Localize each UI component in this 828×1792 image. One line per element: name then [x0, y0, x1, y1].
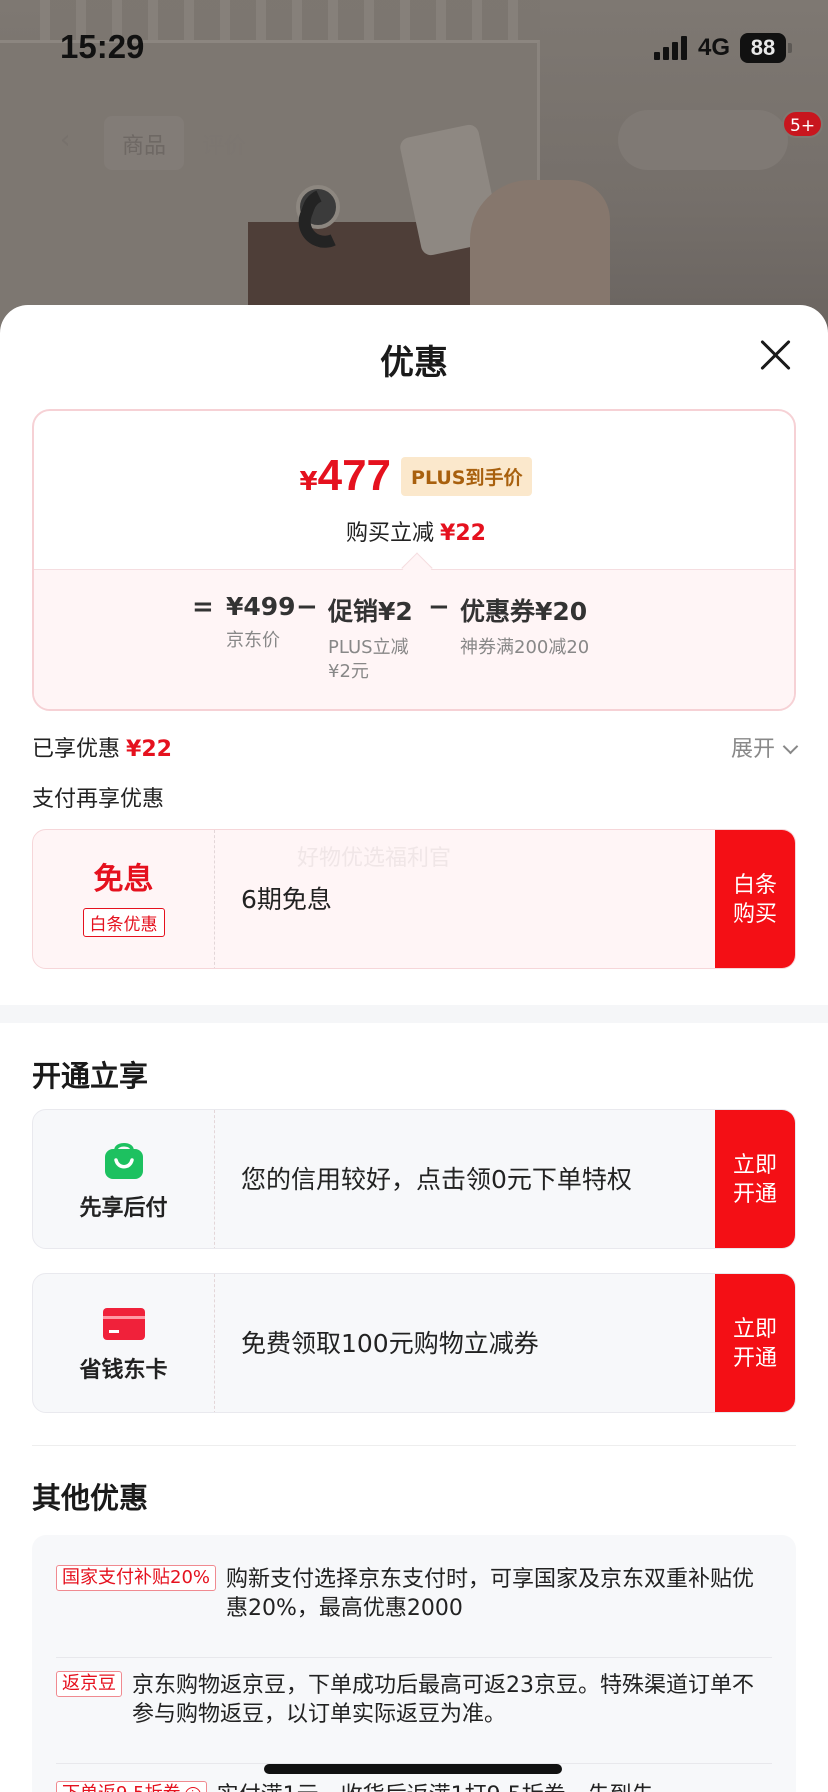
offer-item-subsidy[interactable]: 国家支付补贴20% 购新支付选择京东支付时，可享国家及京东双重补贴优惠20%，最…	[56, 1565, 772, 1623]
chevron-down-icon	[782, 738, 799, 755]
saving-card-open-button[interactable]: 立即 开通	[715, 1274, 795, 1412]
price-summary-card: ¥ 477 PLUS到手价 购买立减 ¥22 = ¥499 京东价 − 促销¥2…	[32, 409, 796, 711]
status-bar: 15:29 4G 88	[0, 0, 828, 100]
open-enjoy-title: 开通立享	[32, 1059, 149, 1093]
enjoyed-discount-row: 已享优惠 ¥22 展开	[32, 731, 799, 771]
pay-later-left: 先享后付	[33, 1110, 215, 1248]
offer-text: 实付满1元，收货后返满1打9.5折券，先到先	[217, 1781, 654, 1792]
offer-text: 购新支付选择京东支付时，可享国家及京东双重补贴优惠20%，最高优惠2000	[226, 1567, 755, 1621]
currency-symbol: ¥	[299, 467, 318, 497]
expand-button[interactable]: 展开	[731, 731, 799, 763]
interest-free-title: 免息	[93, 862, 154, 897]
baitiao-tag: 白条优惠	[82, 908, 165, 937]
purchase-reduction: 购买立减 ¥22	[34, 515, 794, 547]
back-icon[interactable]: ‹	[60, 125, 88, 155]
final-price: 477	[317, 451, 392, 500]
pay-later-card[interactable]: 先享后付 您的信用较好，点击领0元下单特权 立即 开通	[32, 1109, 796, 1249]
offer-item-coupon-return[interactable]: 下单返9.5折券i 实付满1元，收货后返满1打9.5折券，先到先	[56, 1781, 772, 1792]
formula-promo: 促销¥2 PLUS立减¥2元	[328, 597, 413, 682]
price-breakdown: = ¥499 京东价 − 促销¥2 PLUS立减¥2元 − 优惠券¥20 神券满…	[34, 569, 794, 709]
formula-coupon: 优惠券¥20 神券满200减20	[460, 597, 590, 658]
interest-free-card[interactable]: 免息 白条优惠 好物优选福利官 6期免息 白条 购买	[32, 829, 796, 969]
close-icon[interactable]	[758, 337, 794, 373]
shopping-bag-icon	[104, 1143, 143, 1179]
offer-divider	[56, 1657, 772, 1658]
tab-product[interactable]: 商品	[104, 116, 185, 170]
section-divider	[0, 1005, 828, 1023]
other-offers-title: 其他优惠	[32, 1481, 149, 1515]
pay-later-open-button[interactable]: 立即 开通	[715, 1110, 795, 1248]
offer-item-jingdou[interactable]: 返京豆 京东购物返京豆，下单成功后最高可返23京豆。特殊渠道订单不参与购物返豆，…	[56, 1671, 772, 1729]
enjoyed-label: 已享优惠 ¥22	[32, 737, 172, 762]
pay-again-title: 支付再享优惠	[32, 787, 165, 812]
reduction-value: ¥22	[440, 521, 486, 546]
plus-price-tag: PLUS到手价	[401, 456, 533, 496]
home-indicator[interactable]	[264, 1764, 562, 1774]
discount-sheet: 优惠 ¥ 477 PLUS到手价 购买立减 ¥22 = ¥499 京东价 − 促…	[0, 305, 828, 1792]
signal-icon	[654, 36, 688, 60]
offer-text: 京东购物返京豆，下单成功后最高可返23京豆。特殊渠道订单不参与购物返豆，以订单实…	[132, 1673, 754, 1727]
formula-equals: =	[192, 592, 214, 622]
status-time: 15:29	[60, 28, 145, 65]
pay-later-label: 先享后付	[79, 1196, 168, 1221]
saving-card-left: 省钱东卡	[33, 1274, 215, 1412]
offer-tag: 下单返9.5折券i	[56, 1781, 207, 1792]
formula-base-price: ¥499 京东价	[226, 592, 296, 651]
sheet-title: 优惠	[380, 343, 448, 383]
reduction-label: 购买立减	[346, 521, 435, 546]
pay-later-desc: 您的信用较好，点击领0元下单特权	[241, 1165, 632, 1194]
battery-level: 88	[750, 35, 776, 60]
saving-card-card[interactable]: 省钱东卡 免费领取100元购物立减券 立即 开通	[32, 1273, 796, 1413]
formula-minus-1: −	[296, 592, 318, 622]
cart-count-badge: 5+	[782, 110, 824, 138]
divider-line	[32, 1445, 796, 1446]
tab-reviews[interactable]: 评价	[184, 116, 264, 170]
interest-free-left: 免息 白条优惠	[33, 830, 215, 968]
other-offers-list: 国家支付补贴20% 购新支付选择京东支付时，可享国家及京东双重补贴优惠20%，最…	[32, 1535, 796, 1792]
page-action-icons[interactable]	[618, 110, 788, 170]
credit-card-icon	[102, 1308, 145, 1340]
offer-tag: 国家支付补贴20%	[56, 1565, 217, 1591]
baitiao-buy-button[interactable]: 白条 购买	[715, 830, 795, 968]
battery-icon: 88	[740, 33, 792, 63]
offer-tag: 返京豆	[56, 1671, 122, 1697]
formula-minus-2: −	[428, 592, 450, 622]
network-type: 4G	[698, 34, 731, 61]
saving-card-label: 省钱东卡	[79, 1358, 168, 1383]
enjoyed-value: ¥22	[126, 737, 172, 762]
page-tabs: 商品 评价	[104, 116, 264, 170]
interest-free-desc: 6期免息	[241, 885, 332, 914]
saving-card-desc: 免费领取100元购物立减券	[241, 1329, 539, 1358]
info-icon[interactable]: i	[184, 1787, 201, 1792]
